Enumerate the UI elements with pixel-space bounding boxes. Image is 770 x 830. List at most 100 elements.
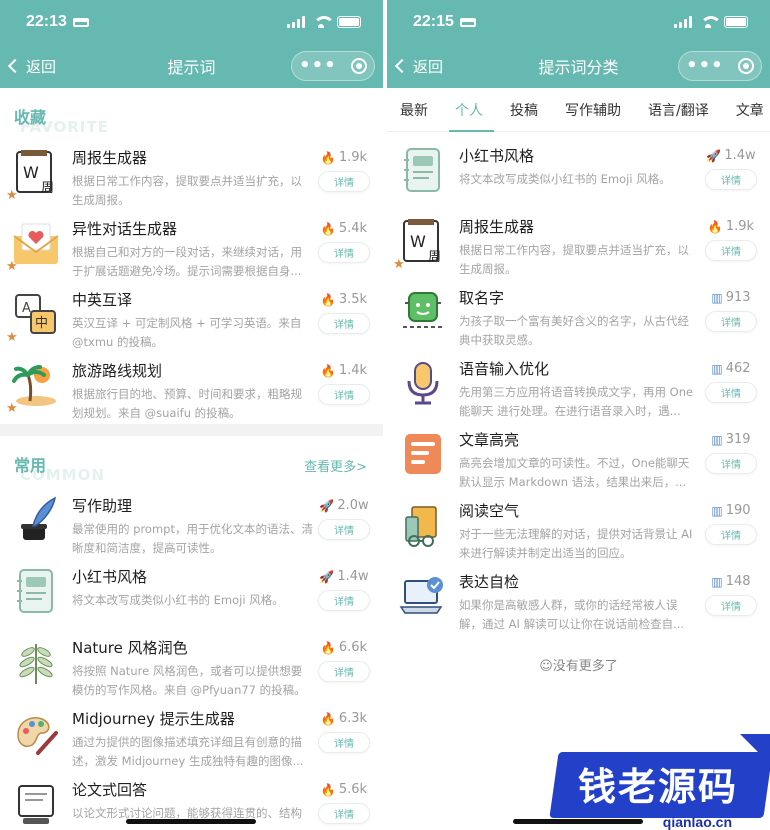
item-content: 小红书风格 将文本改写成类似小红书的 Emoji 风格。 xyxy=(72,565,313,630)
list-item[interactable]: 小红书风格 将文本改写成类似小红书的 Emoji 风格。 🚀 1.4w 详情 xyxy=(387,138,770,209)
usage-count: 🚀 2.0w xyxy=(319,498,368,513)
more-dots-icon[interactable]: ••• xyxy=(686,57,724,75)
item-description: 根据旅行目的地、预算、时间和要求，粗略规划规划。来自 @suaifu 的投稿。 xyxy=(72,387,302,420)
item-name: 取名字 xyxy=(459,289,505,307)
item-content: 异性对话生成器 根据自己和对方的一段对话，来继续对话，用于扩展话题避免冷场。提示词… xyxy=(72,217,313,282)
list-item[interactable]: Nature 风格润色 将按照 Nature 风格润色，或者可以提供想要模仿的写作… xyxy=(0,630,383,701)
item-side: ▥ 190 详情 xyxy=(700,499,762,564)
item-description: 根据自己和对方的一段对话，来继续对话，用于扩展话题避免冷场。提示词需要根据自身.… xyxy=(72,245,302,278)
favorite-star-icon: ★ xyxy=(6,401,18,416)
item-name: 写作助理 xyxy=(72,497,133,515)
close-target-icon[interactable] xyxy=(350,58,367,74)
mini-program-capsule: ••• xyxy=(678,51,762,81)
category-tab[interactable]: 投稿 xyxy=(510,88,547,132)
usage-count-value: 148 xyxy=(725,574,751,589)
back-label: 返回 xyxy=(26,57,57,76)
no-more-text: ☺没有更多了 xyxy=(539,659,618,674)
category-tab[interactable]: 语言/翻译 xyxy=(648,88,718,132)
list-item[interactable]: 语音输入优化先用第三方应用将语音转换成文字，再用 One 能聊天 进行处理。在进… xyxy=(387,351,770,422)
item-content: Midjourney 提示生成器 通过为提供的图像描述填充详细且有创意的描述，激发… xyxy=(72,707,313,772)
category-tab[interactable]: 写作辅助 xyxy=(565,88,630,132)
wifi-icon xyxy=(700,16,722,28)
list-item[interactable]: 写作助理 最常使用的 prompt，用于优化文本的语法、清晰度和简洁度，提高可读性… xyxy=(0,488,383,559)
prompt-icon xyxy=(397,428,449,480)
detail-button[interactable]: 详情 xyxy=(705,595,757,616)
svg-text:W: W xyxy=(410,232,426,251)
list-item[interactable]: Midjourney 提示生成器 通过为提供的图像描述填充详细且有创意的描述，激发… xyxy=(0,701,383,772)
favorite-star-icon: ★ xyxy=(6,330,18,345)
usage-count: 🔥 1.9k xyxy=(708,219,754,234)
detail-button[interactable]: 详情 xyxy=(705,311,757,332)
list-item[interactable]: W 周 ★ 周报生成器 根据日常工作内容，提取要点并适当扩充，以生成周报。 🔥 1.9k 详情 xyxy=(387,209,770,280)
detail-button[interactable]: 详情 xyxy=(705,169,757,190)
watermark: 钱老源码 qianlao.cn xyxy=(538,734,770,830)
item-side: 🔥 3.5k 详情 xyxy=(313,288,375,353)
chart-icon: ▥ xyxy=(711,503,723,518)
detail-button[interactable]: 详情 xyxy=(318,171,370,192)
usage-count: ▥ 319 xyxy=(711,432,750,447)
section-separator xyxy=(0,424,383,436)
detail-button[interactable]: 详情 xyxy=(705,382,757,403)
list-item[interactable]: A 中 ★ 中英互译 英汉互译 + 可定制风格 + 可学习英语。来自 @txmu 的投稿… xyxy=(0,282,383,353)
signal-icon xyxy=(674,16,692,28)
battery-icon xyxy=(724,16,748,28)
item-name: 语音输入优化 xyxy=(459,360,550,378)
item-content: 表达自检 如果你是高敏感人群，或你的话经常被人误解，通过 AI 解读可以让你在说话… xyxy=(459,570,700,635)
category-tab[interactable]: 最新 xyxy=(400,88,437,132)
item-side: 🔥 6.6k 详情 xyxy=(313,636,375,701)
close-target-icon[interactable] xyxy=(737,58,754,74)
detail-button[interactable]: 详情 xyxy=(318,732,370,753)
detail-button[interactable]: 详情 xyxy=(705,524,757,545)
status-time: 22:15 xyxy=(413,13,476,31)
item-description: 英汉互译 + 可定制风格 + 可学习英语。来自 @txmu 的投稿。 xyxy=(72,316,302,349)
usage-count-value: 190 xyxy=(725,503,751,518)
item-description: 对于一些无法理解的对话，提供对话背景让 AI 来进行解读并制定出适当的回应。 xyxy=(459,527,693,560)
item-content: 旅游路线规划 根据旅行目的地、预算、时间和要求，粗略规划规划。来自 @suaifu… xyxy=(72,359,313,424)
usage-count: ▥ 148 xyxy=(711,574,750,589)
list-item[interactable]: W 周 ★ 周报生成器 根据日常工作内容，提取要点并适当扩充，以生成周报。 🔥 1.9k 详情 xyxy=(0,140,383,211)
more-dots-icon[interactable]: ••• xyxy=(299,57,337,75)
detail-button[interactable]: 详情 xyxy=(318,590,370,611)
list-item[interactable]: 小红书风格 将文本改写成类似小红书的 Emoji 风格。 🚀 1.4w 详情 xyxy=(0,559,383,630)
detail-button[interactable]: 详情 xyxy=(318,384,370,405)
svg-text:W: W xyxy=(23,163,39,182)
category-tab[interactable]: 文章 xyxy=(736,88,770,132)
favorites-title: 收藏 xyxy=(14,108,47,127)
back-button[interactable]: 返回 xyxy=(7,56,57,77)
back-button[interactable]: 返回 xyxy=(394,56,443,77)
detail-button[interactable]: 详情 xyxy=(705,240,757,261)
usage-count-value: 319 xyxy=(725,432,751,447)
detail-button[interactable]: 详情 xyxy=(318,661,370,682)
usage-count: 🚀 1.4w xyxy=(706,148,755,163)
detail-button[interactable]: 详情 xyxy=(318,803,370,824)
prompt-icon xyxy=(397,570,449,622)
item-description: 将文本改写成类似小红书的 Emoji 风格。 xyxy=(459,172,671,186)
list-item[interactable]: ★ 旅游路线规划 根据旅行目的地、预算、时间和要求，粗略规划规划。来自 @suaif… xyxy=(0,353,383,424)
usage-count: ▥ 913 xyxy=(711,290,750,305)
fire-icon: 🔥 xyxy=(320,292,336,307)
fire-icon: 🔥 xyxy=(320,711,336,726)
wifi-icon xyxy=(313,16,335,28)
common-header: 常用 COMMON 查看更多> xyxy=(0,436,383,488)
list-item[interactable]: 阅读空气 对于一些无法理解的对话，提供对话背景让 AI 来进行解读并制定出适当的回… xyxy=(387,493,770,564)
list-item[interactable]: ★ 异性对话生成器 根据自己和对方的一段对话，来继续对话，用于扩展话题避免冷场。提示… xyxy=(0,211,383,282)
detail-button[interactable]: 详情 xyxy=(705,453,757,474)
home-indicator[interactable] xyxy=(126,819,256,824)
list-item[interactable]: 表达自检 如果你是高敏感人群，或你的话经常被人误解，通过 AI 解读可以让你在说话… xyxy=(387,564,770,635)
category-tab[interactable]: 个人 xyxy=(449,88,494,132)
detail-button[interactable]: 详情 xyxy=(318,313,370,334)
usage-count-value: 1.4w xyxy=(337,569,369,584)
usage-count-value: 2.0w xyxy=(337,498,369,513)
list-item[interactable]: 文章高亮 高亮会增加文章的可读性。不过，One能聊天 默认显示 Markdown … xyxy=(387,422,770,493)
fire-icon: 🔥 xyxy=(707,219,723,234)
svg-text:中: 中 xyxy=(35,316,48,331)
list-item[interactable]: 取名字 为孩子取一个富有美好含义的名字，从古代经典中获取灵感。 ▥ 913 详情 xyxy=(387,280,770,351)
item-description: 先用第三方应用将语音转换成文字，再用 One 能聊天 进行处理。在进行语音录入时… xyxy=(459,385,694,418)
item-name: Nature 风格润色 xyxy=(72,639,188,657)
fire-icon: 🔥 xyxy=(320,782,336,797)
detail-button[interactable]: 详情 xyxy=(318,519,370,540)
detail-button[interactable]: 详情 xyxy=(318,242,370,263)
item-content: 小红书风格 将文本改写成类似小红书的 Emoji 风格。 xyxy=(459,144,700,209)
signal-icon xyxy=(287,16,305,28)
fire-icon: 🔥 xyxy=(320,640,336,655)
